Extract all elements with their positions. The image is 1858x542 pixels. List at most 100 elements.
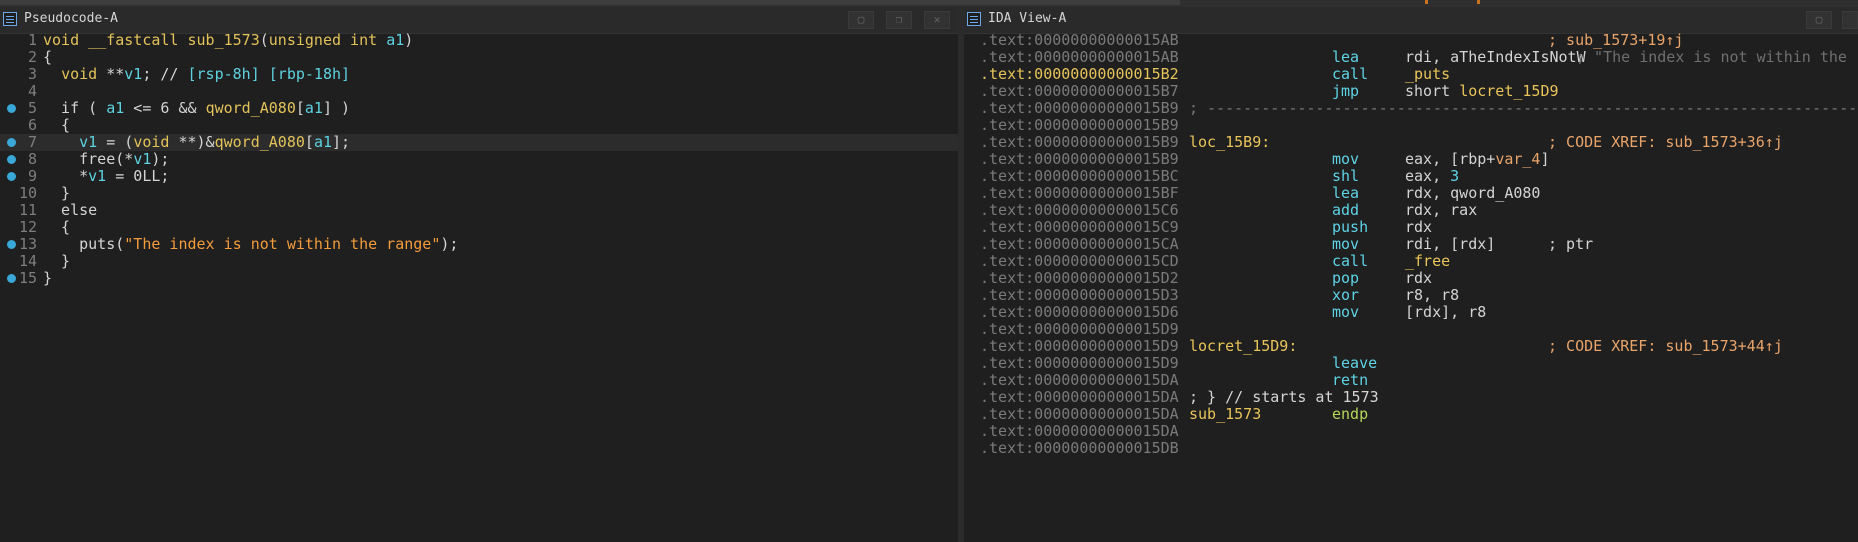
disasm-line[interactable]: .text:00000000000015DA ; } // starts at 1… [964,389,1858,406]
address[interactable]: .text:00000000000015DA [980,389,1179,406]
code-line[interactable]: 7 v1 = (void **)&qword_A080[a1]; [0,134,958,151]
disasm-line[interactable]: .text:00000000000015DA [964,423,1858,440]
address[interactable]: .text:00000000000015C9 [980,219,1179,236]
restore-icon[interactable]: ▢ [1806,11,1832,29]
operands[interactable]: rdx [1405,270,1432,287]
operands[interactable]: rdx, rax [1405,202,1477,219]
address[interactable]: .text:00000000000015DA [980,406,1179,423]
code-line[interactable]: 6 { [0,117,958,134]
disasm-line[interactable]: .text:00000000000015AB ; sub_1573+19↑j [964,32,1858,49]
code-token: puts( [43,235,125,253]
operands[interactable]: eax, [rbp+var_4] [1405,151,1550,168]
address[interactable]: .text:00000000000015BC [980,168,1179,185]
operands[interactable]: _free [1405,253,1450,270]
ida-view-pane[interactable]: IDA View-A ▢ .text:00000000000015AB ; sub… [964,7,1858,542]
operands[interactable]: [rdx], r8 [1405,304,1486,321]
code-line[interactable]: 8 free(*v1); [0,151,958,168]
code-label[interactable]: loc_15B9: [1189,134,1270,151]
disasm-line[interactable]: .text:00000000000015D9 locret_15D9: ; CODE… [964,338,1858,355]
disasm-line[interactable]: .text:00000000000015B9 [964,117,1858,134]
address[interactable]: .text:00000000000015D2 [980,270,1179,287]
address[interactable]: .text:00000000000015D3 [980,287,1179,304]
disasm-line[interactable]: .text:00000000000015B7 jmp short locret_15… [964,83,1858,100]
code-label[interactable]: sub_1573 [1189,406,1261,423]
restore-icon[interactable]: ▢ [848,11,874,29]
code-label[interactable]: locret_15D9: [1189,338,1297,355]
pseudocode-titlebar[interactable]: Pseudocode-A ▢ ❐ ✕ [0,7,958,34]
disasm-line[interactable]: .text:00000000000015DA sub_1573 endp [964,406,1858,423]
operands[interactable]: rdi, [rdx] [1405,236,1495,253]
code-line[interactable]: 14 } [0,253,958,270]
code-line[interactable]: 1 void __fastcall sub_1573(unsigned int a… [0,32,958,49]
disasm-line[interactable]: .text:00000000000015D3 xor r8, r8 [964,287,1858,304]
address[interactable]: .text:00000000000015C6 [980,202,1179,219]
address[interactable]: .text:00000000000015B2 [980,66,1179,83]
disasm-line[interactable]: .text:00000000000015BF lea rdx, qword_A080 [964,185,1858,202]
disasm-line[interactable]: .text:00000000000015D9 leave [964,355,1858,372]
ida-view-titlebar[interactable]: IDA View-A ▢ [964,7,1858,34]
address[interactable]: .text:00000000000015DA [980,372,1179,389]
close-icon[interactable]: ✕ [924,11,950,29]
pseudocode-view-icon [3,12,17,26]
disasm-line[interactable]: .text:00000000000015B9 loc_15B9: ; CODE XR… [964,134,1858,151]
address[interactable]: .text:00000000000015DA [980,423,1179,440]
disasm-line[interactable]: .text:00000000000015B9 ; ----------------… [964,100,1858,117]
pseudocode-editor[interactable]: 1 void __fastcall sub_1573(unsigned int a… [0,32,958,542]
address[interactable]: .text:00000000000015CA [980,236,1179,253]
code-token: ; // [142,65,188,83]
code-line[interactable]: 9 *v1 = 0LL; [0,168,958,185]
disasm-line[interactable]: .text:00000000000015C6 add rdx, rax [964,202,1858,219]
code-line[interactable]: 5 if ( a1 <= 6 && qword_A080[a1] ) [0,100,958,117]
operands[interactable]: _puts [1405,66,1450,83]
operands[interactable]: rdi, aTheIndexIsNotW [1405,49,1586,66]
disassembly-listing[interactable]: .text:00000000000015AB; sub_1573+19↑j .te… [964,32,1858,542]
operand-token: var_4 [1495,150,1541,168]
address[interactable]: .text:00000000000015B9 [980,117,1179,134]
disasm-line[interactable]: .text:00000000000015BC shl eax, 3 [964,168,1858,185]
code-line[interactable]: 10 } [0,185,958,202]
address[interactable]: .text:00000000000015B9 [980,134,1179,151]
mnemonic: mov [1332,150,1360,168]
address[interactable]: .text:00000000000015D9 [980,338,1179,355]
address[interactable]: .text:00000000000015D6 [980,304,1179,321]
disasm-line[interactable]: .text:00000000000015D9 [964,321,1858,338]
operands[interactable]: eax, 3 [1405,168,1459,185]
disasm-line[interactable]: .text:00000000000015AB lea rdi, aTheIndexI… [964,49,1858,66]
address[interactable]: .text:00000000000015D9 [980,355,1179,372]
address[interactable]: .text:00000000000015BF [980,185,1179,202]
address[interactable]: .text:00000000000015CD [980,253,1179,270]
disasm-line[interactable]: .text:00000000000015CA mov rdi, [rdx] ; ptr [964,236,1858,253]
address[interactable]: .text:00000000000015B9 [980,100,1179,117]
code-line[interactable]: 3 void **v1; // [rsp-8h] [rbp-18h] [0,66,958,83]
code-token: unsigned int [268,31,387,49]
disasm-line[interactable]: .text:00000000000015D6 mov [rdx], r8 [964,304,1858,321]
code-line[interactable]: 2{ [0,49,958,66]
close-icon[interactable] [1842,11,1858,29]
line-number: 1 [27,31,37,49]
address[interactable]: .text:00000000000015AB [980,49,1179,66]
disasm-line[interactable]: .text:00000000000015DB [964,440,1858,457]
address[interactable]: .text:00000000000015AB [980,32,1179,49]
disasm-line[interactable]: .text:00000000000015D2 pop rdx [964,270,1858,287]
disasm-line[interactable]: .text:00000000000015B2 call _puts [964,66,1858,83]
disasm-line[interactable]: .text:00000000000015CD call _free [964,253,1858,270]
code-line[interactable]: 15} [0,270,958,287]
address[interactable]: .text:00000000000015D9 [980,321,1179,338]
pseudocode-pane[interactable]: Pseudocode-A ▢ ❐ ✕ 1 void __fastcall sub_… [0,7,958,542]
operands[interactable]: rdx, qword_A080 [1405,185,1540,202]
float-icon[interactable]: ❐ [886,11,912,29]
operands[interactable]: r8, r8 [1405,287,1459,304]
address[interactable]: .text:00000000000015B9 [980,151,1179,168]
address[interactable]: .text:00000000000015DB [980,440,1179,457]
address[interactable]: .text:00000000000015B7 [980,83,1179,100]
operands[interactable]: rdx [1405,219,1432,236]
disasm-line[interactable]: .text:00000000000015B9 mov eax, [rbp+var_4… [964,151,1858,168]
disasm-line[interactable]: .text:00000000000015DA retn [964,372,1858,389]
operands[interactable]: short locret_15D9 [1405,83,1559,100]
code-line[interactable]: 4 [0,83,958,100]
code-line[interactable]: 12 { [0,219,958,236]
disasm-line[interactable]: .text:00000000000015C9 push rdx [964,219,1858,236]
code-line[interactable]: 11 else [0,202,958,219]
code-line[interactable]: 13 puts("The index is not within the ran… [0,236,958,253]
